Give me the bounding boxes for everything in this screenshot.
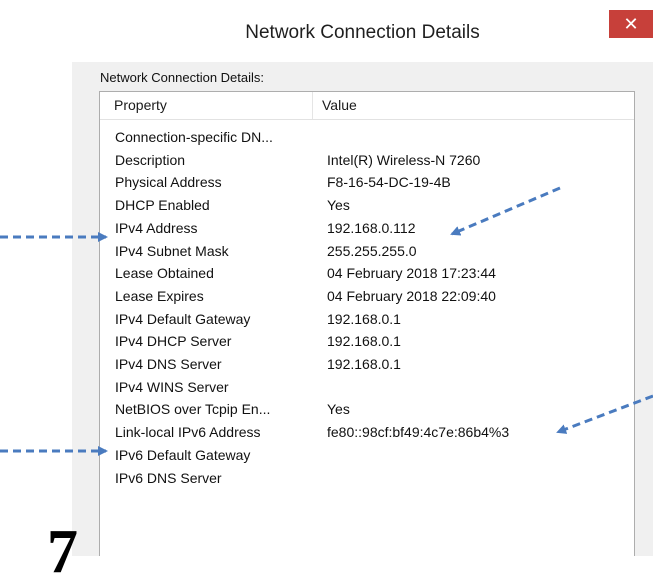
annotation-arrows — [0, 186, 653, 456]
arrow-ipv6-right — [556, 394, 653, 434]
arrow-ipv4-right — [450, 186, 561, 236]
